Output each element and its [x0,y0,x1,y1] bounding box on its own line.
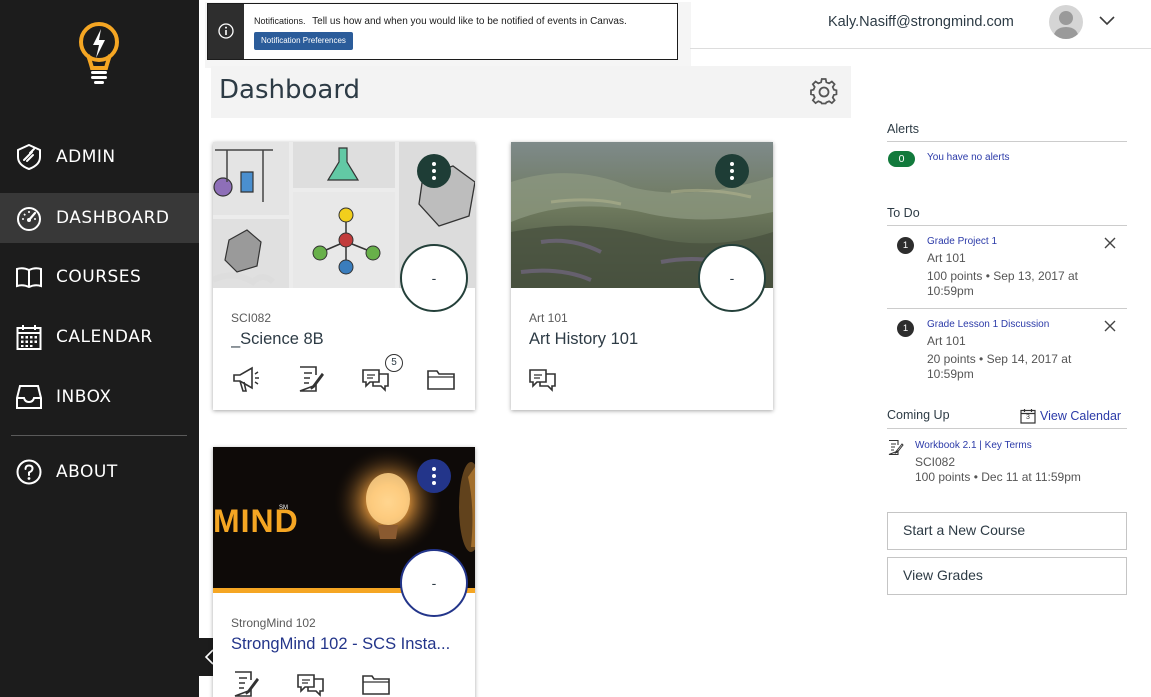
notification-side-panel [208,4,244,59]
coming-up-item-title[interactable]: Workbook 2.1 | Key Terms [915,440,1032,451]
calendar-icon [16,325,42,350]
coming-up-item-course: SCI082 [915,455,956,469]
gear-icon[interactable] [810,78,838,106]
assignments-icon[interactable] [231,669,261,697]
course-card-art-history[interactable]: - Art 101 Art History 101 [511,142,773,410]
strongmind-logo-icon[interactable] [76,20,122,88]
sidebar-item-calendar[interactable]: CALENDAR [0,312,199,362]
view-calendar-label: View Calendar [1040,409,1122,423]
todo-count-badge: 1 [897,320,914,337]
course-grade-circle: - [400,549,468,617]
user-avatar-icon [1053,11,1079,39]
page-title: Dashboard [219,75,361,105]
notification-message: Tell us how and when you would like to b… [312,16,627,27]
course-card-actions [511,364,773,396]
assignments-icon[interactable] [296,364,326,394]
course-card-menu-button[interactable] [417,154,451,188]
calendar-small-icon: 3 [1020,408,1036,424]
course-name[interactable]: Art History 101 [529,330,638,349]
alerts-divider [887,141,1127,142]
info-icon [218,23,234,39]
avatar[interactable] [1049,5,1083,39]
sidebar-item-label: ADMIN [56,147,116,167]
sidebar-item-admin[interactable]: ADMIN [0,132,199,182]
course-card-menu-button[interactable] [715,154,749,188]
view-grades-button[interactable]: View Grades [887,557,1127,595]
notification-preferences-button[interactable]: Notification Preferences [254,32,353,50]
coming-up-item-meta: 100 points • Dec 11 at 11:59pm [915,470,1081,484]
course-code: Art 101 [529,311,568,325]
course-card-science[interactable]: - SCI082 _Science 8B 5 [213,142,475,410]
dashboard-header: Dashboard [211,66,851,118]
service-mark: SM [279,505,288,511]
sidebar-item-courses[interactable]: COURSES [0,252,199,302]
shield-icon [17,144,41,170]
discussions-icon[interactable] [296,669,326,697]
files-folder-icon[interactable] [426,364,456,394]
todo-item-meta: 20 points • Sep 14, 2017 at 10:59pm [927,352,1072,381]
notification-title: Notifications. [254,16,306,26]
course-name[interactable]: StrongMind 102 - SCS Insta... [231,635,450,654]
course-card-menu-button[interactable] [417,459,451,493]
course-card-strongmind[interactable]: MIND SM - StrongMind 102 StrongMind 102 … [213,447,475,697]
sidebar-item-inbox[interactable]: INBOX [0,372,199,422]
notification-banner: Notifications. Tell us how and when you … [207,3,678,60]
calendar-day-number: 3 [1026,414,1030,421]
header-divider [690,48,1151,49]
start-new-course-button[interactable]: Start a New Course [887,512,1127,550]
discussions-icon[interactable] [528,364,558,394]
files-folder-icon[interactable] [361,669,391,697]
todo-item-title[interactable]: Grade Project 1 [927,236,997,247]
course-name[interactable]: _Science 8B [231,330,324,349]
speedometer-icon [17,207,41,231]
inbox-icon [16,385,42,409]
todo-item-divider [887,308,1127,309]
sidebar-item-label: INBOX [56,387,112,407]
course-card-actions [213,669,475,697]
user-email[interactable]: Kaly.Nasiff@strongmind.com [828,14,1014,30]
sidebar-item-label: ABOUT [56,462,118,482]
help-icon [16,459,42,485]
global-nav-sidebar: ADMIN DASHBOARD COURSES CALENDAR INBOX A… [0,0,199,697]
alerts-count-badge: 0 [888,151,915,167]
course-code: SCI082 [231,311,272,325]
todo-divider [887,225,1127,226]
coming-up-heading: Coming Up [887,408,950,422]
course-grade-circle: - [400,244,468,312]
chevron-down-icon[interactable] [1098,15,1116,27]
sidebar-item-label: DASHBOARD [56,208,170,228]
announcements-icon[interactable] [231,364,261,394]
sidebar-divider [11,435,187,436]
sidebar-item-dashboard[interactable]: DASHBOARD [0,193,199,243]
close-icon[interactable] [1103,236,1117,250]
todo-item-course: Art 101 [927,334,966,348]
course-code: StrongMind 102 [231,616,316,630]
todo-item-course: Art 101 [927,251,966,265]
todo-item-meta: 100 points • Sep 13, 2017 at 10:59pm [927,269,1078,298]
assignment-small-icon [888,439,904,456]
unread-discussions-badge: 5 [385,354,403,372]
alerts-heading: Alerts [887,122,919,136]
todo-count-badge: 1 [897,237,914,254]
book-icon [16,267,42,289]
sidebar-item-label: COURSES [56,267,142,287]
todo-item-title[interactable]: Grade Lesson 1 Discussion [927,319,1049,330]
sidebar-item-about[interactable]: ABOUT [0,447,199,497]
discussions-button[interactable]: 5 [361,354,403,394]
todo-heading: To Do [887,206,920,220]
course-grade-circle: - [698,244,766,312]
coming-up-divider [887,428,1127,429]
notification-banner-container: Notifications. Tell us how and when you … [205,2,691,68]
no-alerts-link[interactable]: You have no alerts [927,152,1009,163]
notification-text: Notifications. Tell us how and when you … [254,16,627,27]
sidebar-item-label: CALENDAR [56,327,153,347]
close-icon[interactable] [1103,319,1117,333]
course-card-actions: 5 [213,354,475,396]
view-calendar-link[interactable]: 3 View Calendar [1020,408,1121,424]
